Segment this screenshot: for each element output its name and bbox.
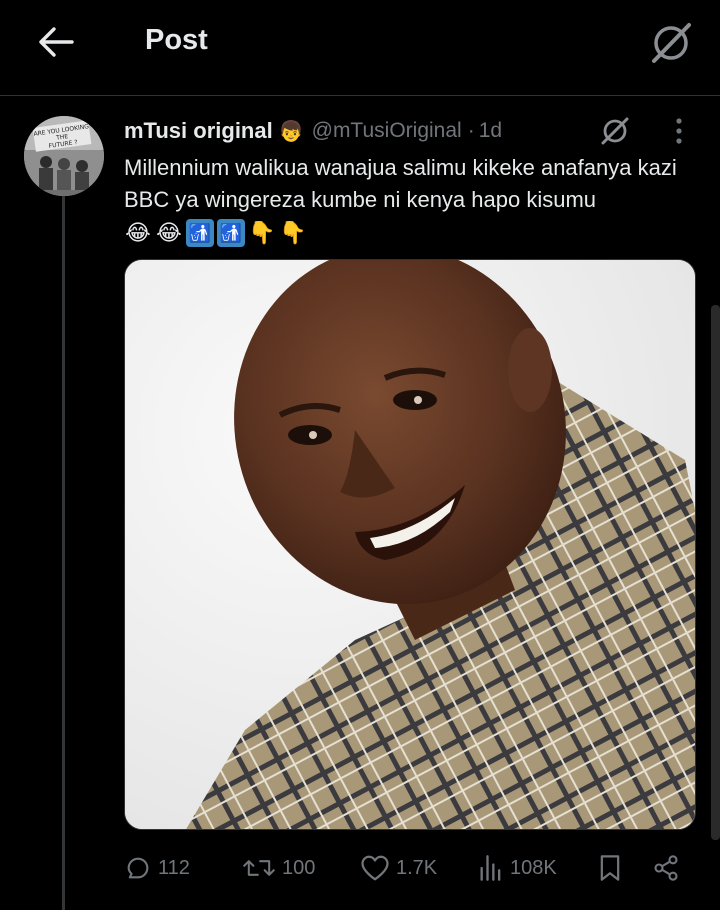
separator-dot: · — [467, 119, 475, 142]
boy-emoji-icon: 👦 — [278, 120, 304, 143]
reply-icon — [127, 857, 149, 879]
reply-button[interactable]: 112 — [124, 846, 190, 890]
avatar[interactable]: ARE YOU LOOKING THE FUTURE ? — [24, 116, 104, 196]
laughing-tears-emoji-icon: 😂 — [125, 220, 151, 245]
grok-explain-button[interactable] — [598, 114, 632, 148]
reply-count: 112 — [158, 856, 190, 879]
repost-count: 100 — [282, 856, 316, 879]
post-header: mTusi original 👦 @mTusiOriginal · 1d — [124, 110, 704, 152]
like-count: 1.7K — [396, 856, 438, 879]
post-text: Millennium walikua wanajua salimu kikeke… — [124, 155, 677, 212]
pointing-down-emoji-icon: 👇 — [248, 220, 276, 245]
heart-icon — [361, 855, 389, 881]
laughing-tears-emoji-icon: 😂 — [156, 220, 182, 245]
thread-line — [62, 196, 65, 910]
emoji-row: 😂 😂 🚮 🚮 👇 👇 — [124, 218, 704, 248]
grok-button[interactable] — [646, 18, 696, 68]
more-options-button[interactable] — [664, 116, 694, 146]
arrow-left-icon — [39, 27, 74, 57]
share-icon — [654, 855, 678, 881]
more-vertical-icon — [676, 118, 682, 144]
top-bar: Post — [0, 0, 720, 96]
bookmark-icon — [600, 855, 620, 881]
display-name[interactable]: mTusi original — [124, 118, 273, 144]
page-title: Post — [145, 24, 208, 56]
repost-icon — [243, 860, 275, 876]
litter-bin-emoji-icon: 🚮 — [186, 219, 214, 247]
bookmark-button[interactable] — [598, 846, 622, 890]
post-timestamp[interactable]: 1d — [479, 119, 502, 143]
litter-bin-emoji-icon: 🚮 — [217, 219, 245, 247]
like-button[interactable]: 1.7K — [360, 846, 437, 890]
user-handle[interactable]: @mTusiOriginal — [312, 119, 462, 143]
views-button[interactable]: 108K — [478, 846, 557, 890]
share-button[interactable] — [652, 846, 680, 890]
back-button[interactable] — [34, 22, 78, 62]
post-media-image[interactable] — [124, 259, 696, 830]
post-actions: 112 100 1.7K 108K — [124, 846, 696, 890]
pointing-down-emoji-icon: 👇 — [279, 220, 307, 245]
views-chart-icon — [480, 855, 501, 881]
scrollbar[interactable] — [711, 305, 720, 840]
repost-button[interactable]: 100 — [242, 846, 315, 890]
views-count: 108K — [510, 856, 557, 879]
post: mTusi original 👦 @mTusiOriginal · 1d Mil… — [124, 110, 704, 248]
grok-icon — [652, 23, 691, 63]
grok-icon — [601, 117, 629, 145]
